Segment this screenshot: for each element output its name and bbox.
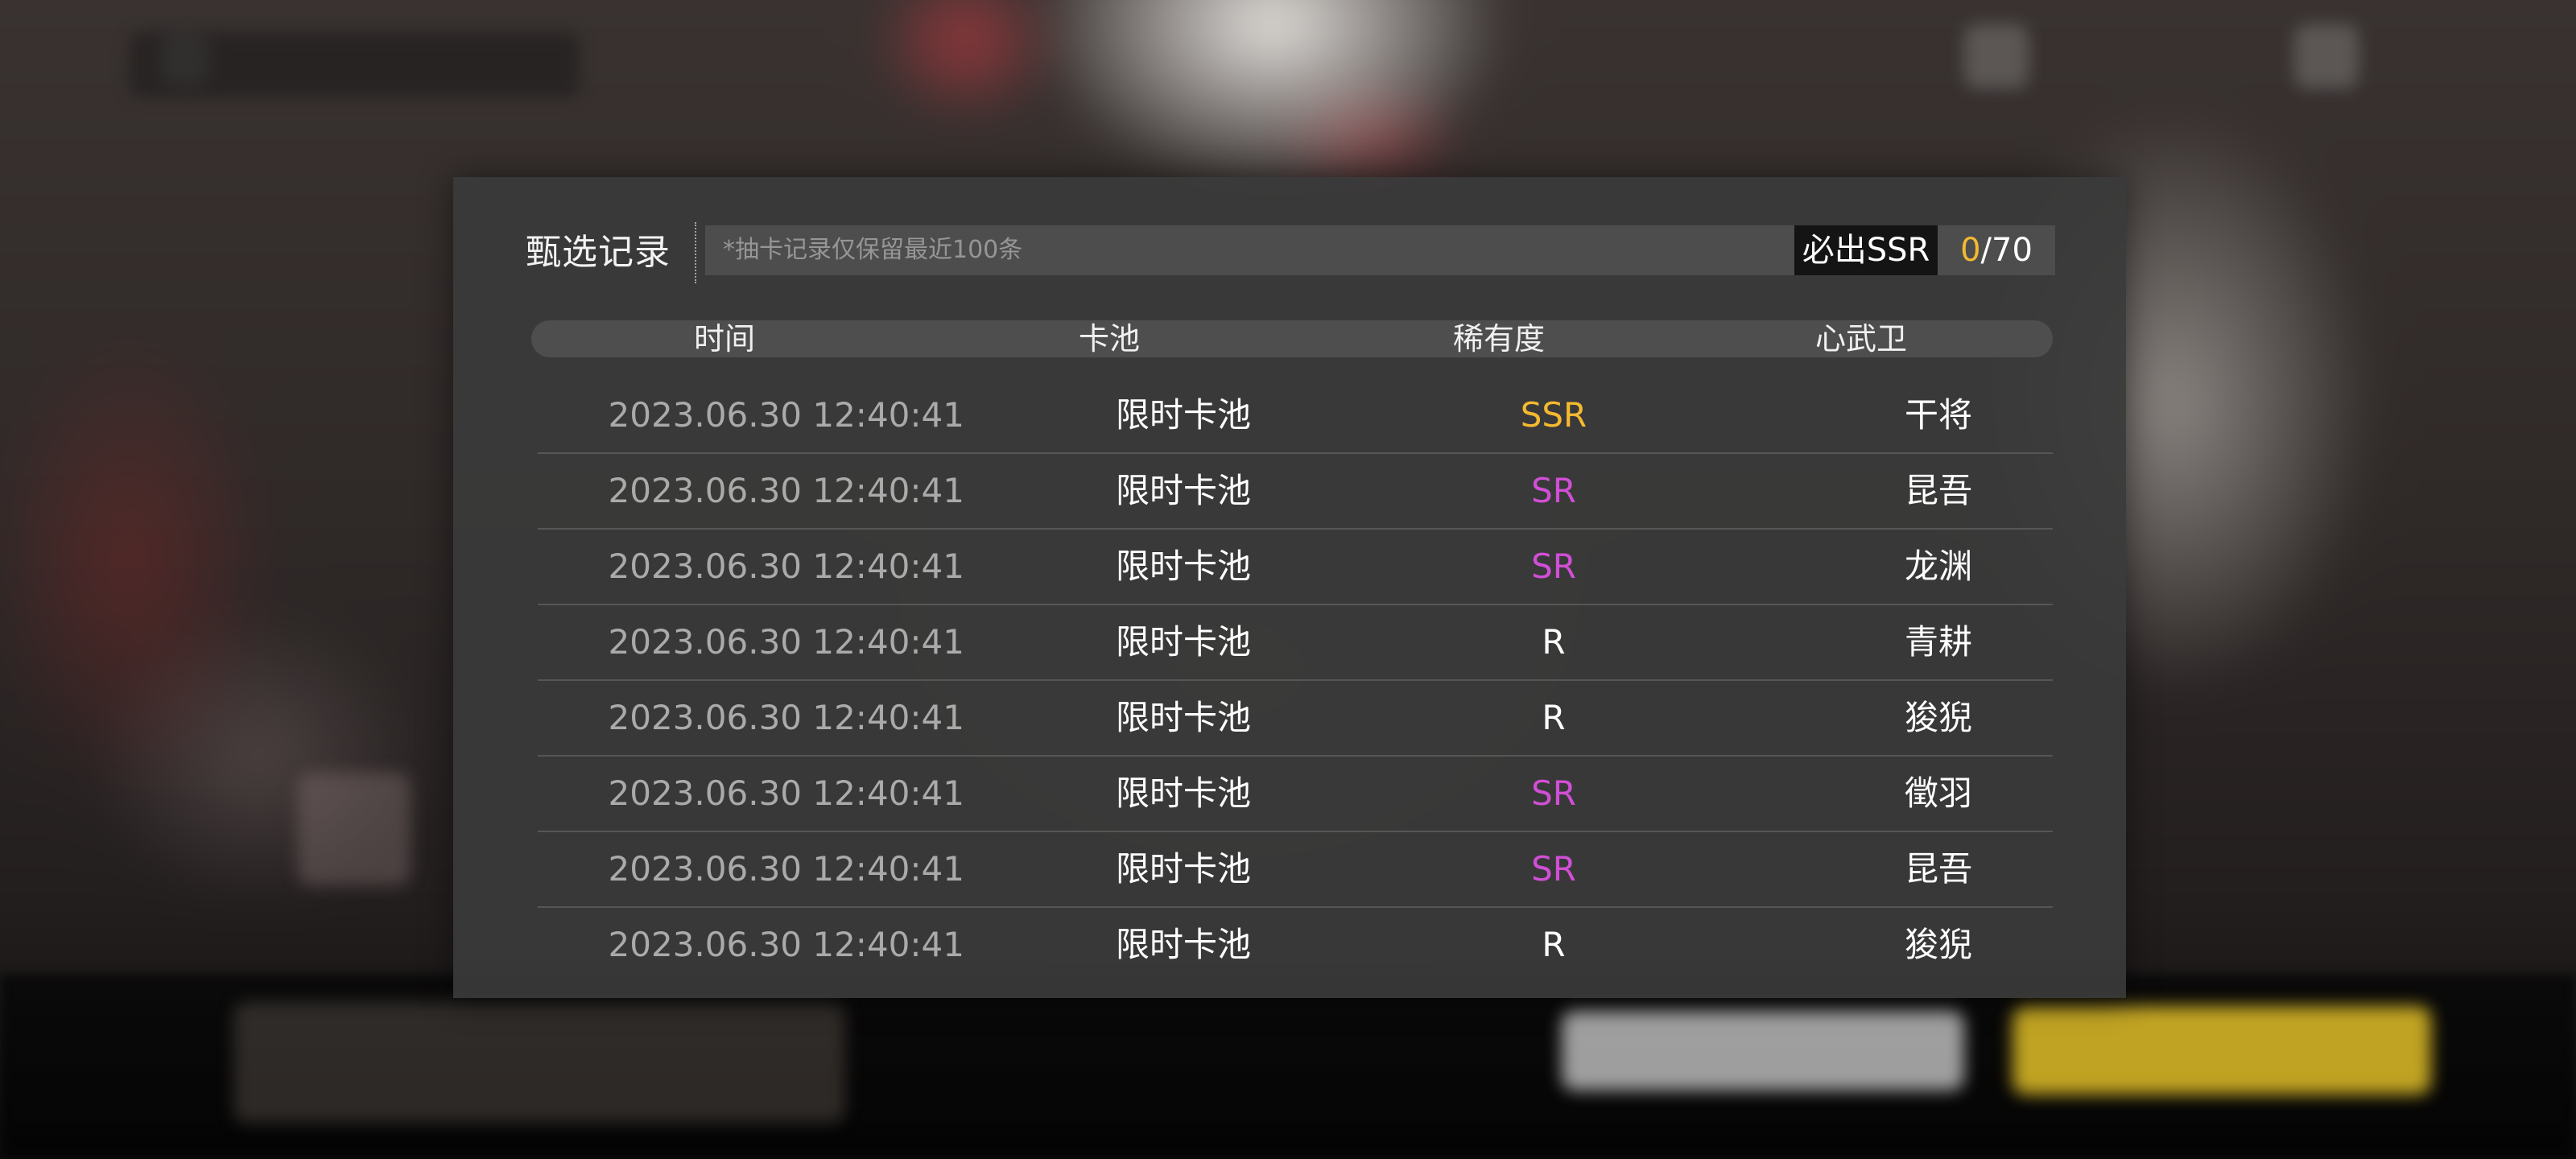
row-guard: 干将 [1904, 395, 1972, 435]
guarantee-current: 0 [1960, 232, 1981, 269]
row-guard: 狻猊 [1904, 925, 1972, 964]
guarantee-total: /70 [1980, 232, 2033, 269]
table-row: 2023.06.30 12:40:41 限时卡池 R 狻猊 [538, 681, 2053, 757]
dialog-header: 甄选记录 *抽卡记录仅保留最近100条 必出SSR 0/70 [526, 222, 2055, 283]
row-time: 2023.06.30 12:40:41 [608, 925, 964, 964]
column-header-rarity: 稀有度 [1452, 321, 1546, 357]
row-pool: 限时卡池 [1115, 773, 1251, 813]
row-pool: 限时卡池 [1115, 849, 1251, 889]
row-pool: 限时卡池 [1115, 622, 1251, 662]
row-time: 2023.06.30 12:40:41 [608, 622, 964, 662]
row-rarity: SR [1531, 849, 1576, 889]
title-divider [695, 222, 696, 283]
row-guard: 狻猊 [1904, 698, 1972, 737]
top-bar-shape [129, 32, 580, 97]
row-rarity: R [1542, 698, 1566, 737]
row-time: 2023.06.30 12:40:41 [608, 471, 964, 510]
row-time: 2023.06.30 12:40:41 [608, 698, 964, 737]
record-list[interactable]: 2023.06.30 12:40:41 限时卡池 SSR 干将 2023.06.… [538, 378, 2053, 966]
bottom-button-right [2013, 1006, 2431, 1095]
column-header-pool: 卡池 [1078, 321, 1141, 357]
column-header-time: 时间 [693, 321, 756, 357]
table-row: 2023.06.30 12:40:41 限时卡池 SR 龙渊 [538, 530, 2053, 605]
notice-bar: *抽卡记录仅保留最近100条 必出SSR 0/70 [705, 225, 2055, 275]
row-pool: 限时卡池 [1115, 547, 1251, 586]
row-time: 2023.06.30 12:40:41 [608, 773, 964, 813]
row-rarity: R [1542, 925, 1566, 964]
top-right-icon [1964, 24, 2029, 89]
column-header-guard: 心武卫 [1814, 321, 1908, 357]
bottom-button-left [1562, 1010, 1964, 1091]
row-guard: 龙渊 [1904, 547, 1972, 586]
row-rarity: SR [1531, 471, 1576, 510]
row-rarity: SR [1531, 547, 1576, 586]
table-row: 2023.06.30 12:40:41 限时卡池 SR 昆吾 [538, 454, 2053, 530]
row-pool: 限时卡池 [1115, 698, 1251, 737]
top-right-icon [2294, 24, 2359, 89]
row-time: 2023.06.30 12:40:41 [608, 395, 964, 435]
row-guard: 昆吾 [1904, 471, 1972, 510]
guarantee-count: 0/70 [1938, 225, 2055, 275]
table-header: 时间 卡池 稀有度 心武卫 [531, 320, 2053, 357]
row-guard: 昆吾 [1904, 849, 1972, 889]
row-pool: 限时卡池 [1115, 471, 1251, 510]
table-row: 2023.06.30 12:40:41 限时卡池 SSR 干将 [538, 378, 2053, 454]
draw-record-dialog: 甄选记录 *抽卡记录仅保留最近100条 必出SSR 0/70 时间 卡池 稀有度… [453, 177, 2126, 998]
table-row: 2023.06.30 12:40:41 限时卡池 R 狻猊 [538, 908, 2053, 966]
row-pool: 限时卡池 [1115, 395, 1251, 435]
row-rarity: R [1542, 622, 1566, 662]
row-time: 2023.06.30 12:40:41 [608, 849, 964, 889]
row-rarity: SR [1531, 773, 1576, 813]
record-limit-notice: *抽卡记录仅保留最近100条 [723, 236, 1023, 264]
bottom-banner [233, 1002, 845, 1123]
row-rarity: SSR [1520, 395, 1587, 435]
row-guard: 徵羽 [1904, 773, 1972, 813]
guarantee-label: 必出SSR [1794, 225, 1938, 275]
dialog-title: 甄选记录 [526, 232, 671, 273]
table-row: 2023.06.30 12:40:41 限时卡池 SR 昆吾 [538, 832, 2053, 908]
table-row: 2023.06.30 12:40:41 限时卡池 R 青耕 [538, 605, 2053, 681]
guarantee-counter: 必出SSR 0/70 [1794, 225, 2055, 275]
table-row: 2023.06.30 12:40:41 限时卡池 SR 徵羽 [538, 757, 2053, 832]
row-pool: 限时卡池 [1115, 925, 1251, 964]
left-thumbnail [298, 773, 411, 885]
row-time: 2023.06.30 12:40:41 [608, 547, 964, 586]
row-guard: 青耕 [1904, 622, 1972, 662]
